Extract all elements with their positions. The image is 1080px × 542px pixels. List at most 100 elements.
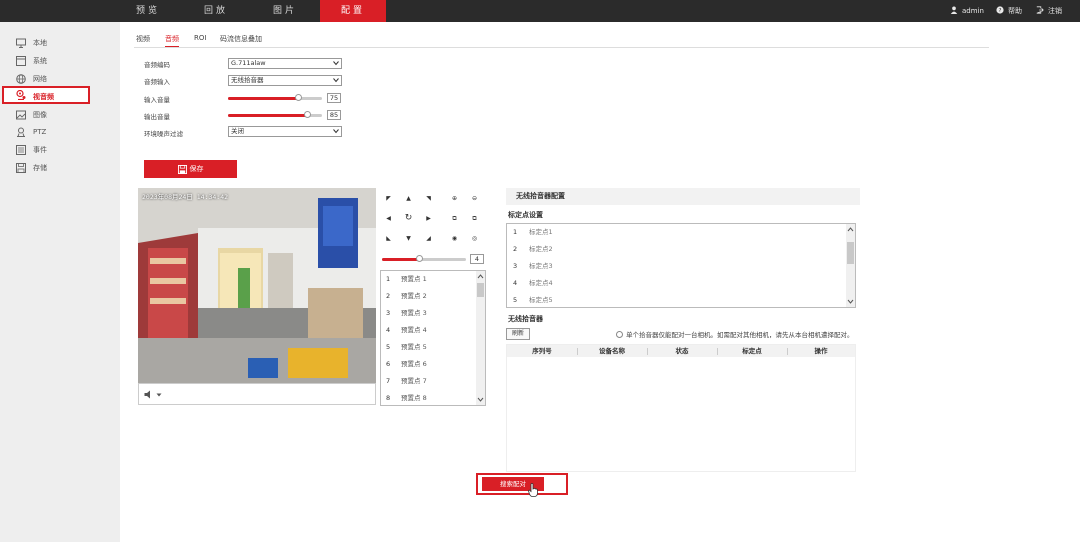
ptz-auto-rotate-icon[interactable]: ↻	[402, 212, 415, 225]
chevron-down-icon[interactable]	[847, 298, 854, 305]
sidebar-item-label: PTZ	[33, 128, 47, 136]
preset-label: 预置点 6	[401, 360, 427, 368]
preset-label: 预置点 5	[401, 343, 427, 351]
preset-row[interactable]: 1 预置点 1	[381, 271, 477, 288]
svg-text:?: ?	[999, 8, 1002, 14]
tab-audio[interactable]: 音频	[165, 34, 179, 48]
ptz-right-button[interactable]: ▶	[422, 212, 435, 225]
list-item[interactable]: 1 标定点1	[507, 224, 845, 241]
noise-filter-value: 关闭	[231, 127, 244, 135]
list-item[interactable]: 5 标定点5	[507, 292, 845, 307]
scrollbar-thumb[interactable]	[847, 242, 854, 264]
output-volume-knob[interactable]	[303, 111, 311, 118]
ptz-down-button[interactable]: ▼	[402, 232, 415, 245]
list-item[interactable]: 4 标定点4	[507, 275, 845, 292]
video-osd-timestamp: 2023年08月24日 14:34:42	[142, 193, 229, 201]
ptz-down-left-button[interactable]: ◣	[382, 232, 395, 245]
audio-input-select[interactable]: 无线拾音器	[228, 75, 342, 86]
tab-roi[interactable]: ROI	[194, 34, 206, 48]
focus-near-icon[interactable]: ⧉	[448, 212, 461, 225]
ptz-speed-knob[interactable]	[415, 255, 423, 262]
audio-encoding-select[interactable]: G.711alaw	[228, 58, 342, 69]
main-content: 视频 音频 ROI 码流信息叠加 音频编码 G.711alaw 音频输入 无线拾…	[120, 22, 1080, 542]
preset-number: 5	[386, 343, 391, 351]
output-volume-value[interactable]: 85	[327, 110, 341, 120]
iris-open-icon[interactable]: ◉	[448, 232, 461, 245]
help-link[interactable]: ? 帮助	[996, 0, 1022, 22]
noise-filter-label: 环境噪声过滤	[144, 130, 183, 138]
sidebar-item-label: 事件	[33, 146, 47, 154]
audio-input-label: 音频输入	[144, 78, 170, 86]
chevron-down-icon[interactable]	[156, 392, 162, 398]
preset-row[interactable]: 7 预置点 7	[381, 373, 477, 390]
save-button[interactable]: 保存	[144, 160, 237, 178]
input-volume-value[interactable]: 75	[327, 93, 341, 103]
store-scene-image	[138, 188, 376, 383]
iris-close-icon[interactable]: ◎	[468, 232, 481, 245]
sidebar-item-ptz[interactable]: PTZ	[0, 123, 120, 141]
calibration-label: 标定点2	[529, 245, 553, 253]
input-volume-knob[interactable]	[294, 94, 302, 101]
sidebar: 本地 系统 网络 视音频 图像 PTZ 事件 存储	[0, 22, 120, 542]
tab-video[interactable]: 视频	[136, 34, 150, 48]
username: admin	[962, 7, 984, 15]
live-video-preview[interactable]: 2023年08月24日 14:34:42	[138, 188, 376, 383]
chevron-up-icon[interactable]	[847, 226, 854, 233]
ptz-speed-fill	[382, 258, 420, 261]
user-menu[interactable]: admin	[950, 0, 984, 22]
noise-filter-select[interactable]: 关闭	[228, 126, 342, 137]
output-volume-fill	[228, 114, 308, 117]
sidebar-item-local[interactable]: 本地	[0, 34, 120, 52]
list-item[interactable]: 3 标定点3	[507, 258, 845, 275]
scrollbar-thumb[interactable]	[477, 283, 484, 297]
preset-row[interactable]: 4 预置点 4	[381, 322, 477, 339]
preset-row[interactable]: 8 预置点 8	[381, 390, 477, 405]
input-volume-slider[interactable]	[228, 94, 322, 101]
nav-tab-picture[interactable]: 图片	[251, 0, 319, 22]
preset-scrollbar[interactable]	[476, 271, 485, 405]
nav-tab-preview[interactable]: 预览	[115, 0, 181, 22]
speaker-icon[interactable]	[144, 390, 154, 399]
output-volume-slider[interactable]	[228, 111, 322, 118]
sidebar-item-image[interactable]: 图像	[0, 106, 120, 124]
ptz-left-button[interactable]: ◀	[382, 212, 395, 225]
calibration-number: 4	[513, 279, 518, 287]
chevron-up-icon[interactable]	[477, 273, 484, 280]
ptz-speed-slider[interactable]	[382, 255, 466, 262]
logout-label: 注销	[1048, 7, 1062, 15]
sidebar-item-system[interactable]: 系统	[0, 52, 120, 70]
nav-tab-configuration[interactable]: 配置	[320, 0, 386, 22]
sidebar-item-event[interactable]: 事件	[0, 141, 120, 159]
preset-row[interactable]: 2 预置点 2	[381, 288, 477, 305]
ptz-speed-value[interactable]: 4	[470, 254, 484, 264]
preset-number: 1	[386, 275, 391, 283]
ptz-down-right-button[interactable]: ◢	[422, 232, 435, 245]
zoom-out-icon[interactable]: ⊖	[468, 192, 481, 205]
nav-tab-playback[interactable]: 回放	[181, 0, 251, 22]
sidebar-item-audio-video[interactable]: 视音频	[2, 86, 90, 104]
zoom-in-icon[interactable]: ⊕	[448, 192, 461, 205]
refresh-button[interactable]: 刷新	[506, 328, 530, 340]
sidebar-item-storage[interactable]: 存储	[0, 159, 120, 177]
preset-row[interactable]: 3 预置点 3	[381, 305, 477, 322]
calibration-scrollbar[interactable]	[846, 224, 855, 307]
note-radio-icon[interactable]	[616, 331, 623, 338]
top-nav-bar: 预览 回放 图片 配置 admin ? 帮助 注销	[0, 0, 1080, 22]
wireless-mic-title: 无线拾音器	[508, 315, 543, 323]
preset-label: 预置点 3	[401, 309, 427, 317]
calibration-title: 标定点设置	[508, 211, 543, 219]
focus-far-icon[interactable]: ⧉	[468, 212, 481, 225]
sidebar-item-label: 视音频	[33, 93, 54, 101]
preset-row[interactable]: 6 预置点 6	[381, 356, 477, 373]
ptz-up-right-button[interactable]: ◥	[422, 192, 435, 205]
ptz-up-button[interactable]: ▲	[402, 192, 415, 205]
pairing-note: 单个拾音器仅能配对一台相机。如需配对其他相机，请先从本台相机遭择配对。	[616, 329, 854, 339]
list-item[interactable]: 2 标定点2	[507, 241, 845, 258]
logout-link[interactable]: 注销	[1036, 0, 1062, 22]
chevron-down-icon	[333, 78, 339, 83]
tab-stream-info-overlay[interactable]: 码流信息叠加	[220, 34, 262, 48]
globe-icon	[16, 74, 26, 84]
chevron-down-icon[interactable]	[477, 396, 484, 403]
ptz-up-left-button[interactable]: ◤	[382, 192, 395, 205]
preset-row[interactable]: 5 预置点 5	[381, 339, 477, 356]
